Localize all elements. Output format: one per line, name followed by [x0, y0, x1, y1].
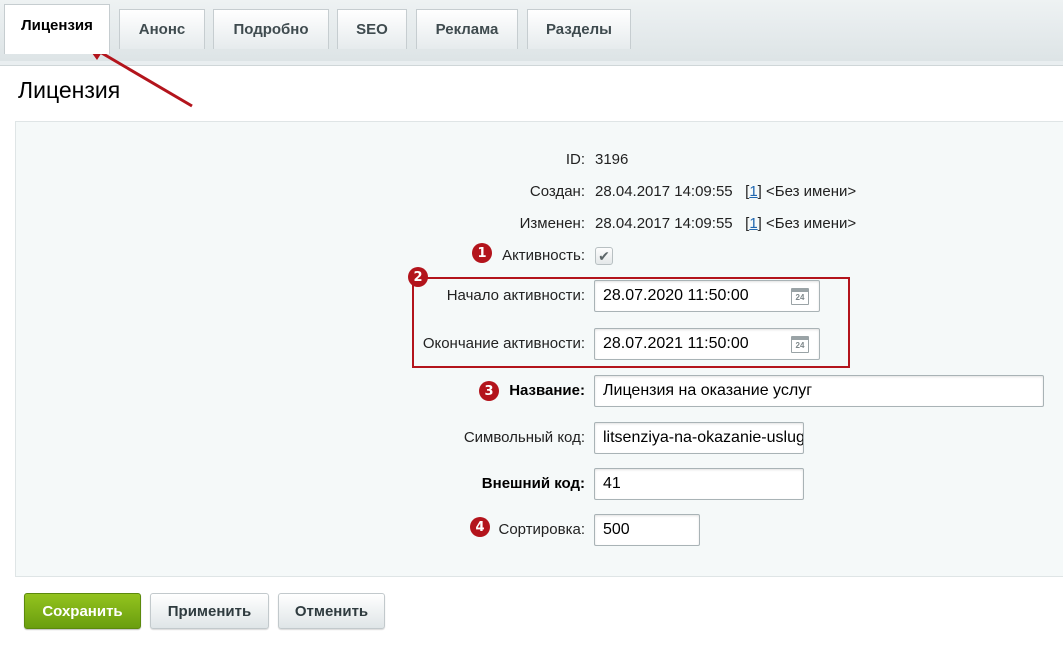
created-user-name: <Без имени>	[766, 183, 857, 200]
sort-input[interactable]: 500	[594, 514, 700, 546]
id-label: ID:	[565, 151, 585, 168]
tab-announce[interactable]: Анонс	[119, 9, 205, 49]
active-label: Активность:	[502, 247, 585, 264]
external-id-label: Внешний код:	[481, 475, 585, 492]
code-value: litsenziya-na-okazanie-uslug	[603, 429, 804, 446]
annotation-badge-3: 3	[479, 381, 499, 401]
sort-value: 500	[603, 521, 630, 538]
code-label: Символьный код:	[463, 429, 585, 446]
name-value: Лицензия на оказание услуг	[603, 382, 813, 399]
calendar-icon[interactable]: 24	[791, 288, 809, 305]
id-value: 3196	[595, 151, 629, 168]
external-id-value: 41	[603, 475, 621, 492]
tab-sections[interactable]: Разделы	[527, 9, 631, 49]
tab-ads[interactable]: Реклама	[416, 9, 518, 49]
name-input[interactable]: Лицензия на оказание услуг	[594, 375, 1044, 407]
tab-seo[interactable]: SEO	[337, 9, 407, 49]
calendar-icon[interactable]: 24	[791, 336, 809, 353]
tab-details[interactable]: Подробно	[213, 9, 329, 49]
modified-datetime: 28.04.2017 14:09:55	[595, 215, 733, 232]
cancel-button[interactable]: Отменить	[278, 593, 385, 629]
created-value: 28.04.2017 14:09:55 [1] <Без имени>	[595, 183, 857, 200]
code-input[interactable]: litsenziya-na-okazanie-uslug	[594, 422, 804, 454]
active-from-value: 28.07.2020 11:50:00	[603, 287, 749, 304]
modified-label: Изменен:	[519, 215, 585, 232]
modified-user-name: <Без имени>	[766, 215, 857, 232]
active-to-value: 28.07.2021 11:50:00	[603, 335, 749, 352]
annotation-badge-4: 4	[470, 517, 490, 537]
created-datetime: 28.04.2017 14:09:55	[595, 183, 733, 200]
active-to-label: Окончание активности:	[422, 335, 585, 352]
save-button[interactable]: Сохранить	[24, 593, 141, 629]
apply-button[interactable]: Применить	[150, 593, 269, 629]
tab-license[interactable]: Лицензия	[4, 4, 110, 54]
annotation-badge-1: 1	[472, 243, 492, 263]
external-id-input[interactable]: 41	[594, 468, 804, 500]
active-from-input[interactable]: 28.07.2020 11:50:00 24	[594, 280, 820, 312]
annotation-badge-2: 2	[408, 267, 428, 287]
name-label: Название:	[509, 382, 585, 399]
modified-value: 28.04.2017 14:09:55 [1] <Без имени>	[595, 215, 857, 232]
active-checkbox[interactable]: ✔	[595, 247, 613, 265]
created-label: Создан:	[529, 183, 585, 200]
sort-label: Сортировка:	[498, 521, 586, 538]
active-from-label: Начало активности:	[446, 287, 585, 304]
active-to-input[interactable]: 28.07.2021 11:50:00 24	[594, 328, 820, 360]
modified-user-link[interactable]: 1	[749, 215, 757, 232]
created-user-link[interactable]: 1	[749, 183, 757, 200]
tab-bar: Лицензия Анонс Подробно SEO Реклама Разд…	[0, 0, 1063, 66]
page-title: Лицензия	[18, 77, 121, 103]
